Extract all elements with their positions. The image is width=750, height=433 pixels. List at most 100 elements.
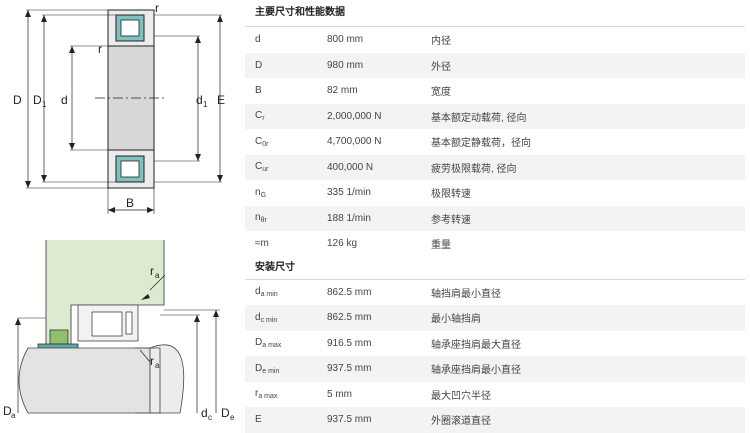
row-value: 82 mm	[327, 85, 358, 97]
row-value: 126 kg	[327, 238, 358, 250]
row-description: 重量	[431, 240, 451, 252]
label-D: D	[13, 93, 22, 107]
symbol-subscript: G	[260, 191, 267, 199]
row-symbol: da min	[245, 286, 327, 298]
row-value: 400,000 N	[327, 161, 374, 173]
label-De: D	[221, 406, 230, 420]
table-row: B 82 mm 宽度	[245, 78, 745, 104]
row-description: 最小轴挡肩	[431, 314, 481, 326]
label-r-inner: r	[98, 42, 102, 56]
table-row: Da max 916.5 mm 轴承座挡肩最大直径	[245, 331, 745, 357]
table-row: ≈m 126 kg 重量	[245, 231, 745, 257]
row-value: 2,000,000 N	[327, 110, 382, 122]
row-value: 4,700,000 N	[327, 136, 382, 148]
row-description: 极限转速	[431, 189, 471, 201]
row-value: 800 mm	[327, 34, 364, 46]
row-description: 内径	[431, 36, 451, 48]
table-row: De min 937.5 mm 轴承座挡肩最小直径	[245, 356, 745, 382]
label-d1-sub: 1	[203, 100, 208, 109]
symbol-subscript: r	[262, 115, 265, 123]
table-row: nG 335 1/min 极限转速	[245, 180, 745, 206]
row-symbol: De min	[245, 363, 327, 375]
row-description: 基本额定静载荷，径向	[431, 138, 531, 150]
symbol-text: E	[255, 414, 262, 426]
symbol-text: d	[255, 34, 261, 46]
symbol-subscript: e min	[262, 367, 280, 375]
symbol-text: B	[255, 85, 262, 97]
symbol-subscript: a max	[262, 342, 282, 350]
table-row: Cr 2,000,000 N 基本额定动载荷, 径向	[245, 103, 745, 129]
symbol-subscript: c min	[260, 316, 278, 324]
table-row: C0r 4,700,000 N 基本额定静载荷，径向	[245, 129, 745, 155]
bearing-dimension-diagram: D D 1 d d 1 E B r r	[13, 1, 225, 214]
row-description: 宽度	[431, 87, 451, 99]
label-d: d	[61, 93, 68, 107]
row-symbol: d	[245, 34, 327, 45]
symbol-subscript: ur	[262, 166, 269, 174]
label-B: B	[126, 196, 134, 210]
main-dimensions-table: d 800 mm 内径 D 980 mm 外径 B 82 mm 宽度 Cr 2,000,000 N 基…	[245, 26, 745, 257]
symbol-subscript: θr	[260, 217, 267, 225]
row-description: 疲劳极限载荷, 径向	[431, 163, 517, 175]
row-value: 980 mm	[327, 59, 364, 71]
row-description: 最大凹穴半径	[431, 390, 491, 402]
row-description: 轴承座挡肩最大直径	[431, 339, 521, 351]
row-symbol: Cr	[245, 110, 327, 122]
label-D1: D	[33, 93, 42, 107]
label-r-top: r	[155, 1, 159, 15]
table-row: nθr 188 1/min 参考转速	[245, 205, 745, 231]
label-Da-sub: a	[11, 411, 16, 420]
label-ra-top: r	[150, 264, 154, 278]
mounting-dimensions-table: da min 862.5 mm 轴挡肩最小直径 dc min 862.5 mm 最小轴挡肩…	[245, 278, 745, 433]
specification-tables: 主要尺寸和性能数据 d 800 mm 内径 D 980 mm 外径 B 82 mm 宽度 Cr 2,…	[245, 0, 745, 433]
row-value: 862.5 mm	[327, 312, 372, 324]
table-row: Cur 400,000 N 疲劳极限载荷, 径向	[245, 154, 745, 180]
row-description: 参考转速	[431, 214, 471, 226]
row-description: 轴挡肩最小直径	[431, 288, 501, 300]
row-symbol: Da max	[245, 337, 327, 349]
row-description: 轴承座挡肩最小直径	[431, 365, 521, 377]
label-d1: d	[196, 93, 203, 107]
mounting-dimensions-title: 安装尺寸	[255, 261, 295, 273]
row-value: 862.5 mm	[327, 286, 372, 298]
label-D1-sub: 1	[42, 100, 47, 109]
row-value: 937.5 mm	[327, 363, 372, 375]
row-symbol: E	[245, 414, 327, 425]
label-ra-bottom-sub: a	[155, 361, 160, 370]
table-row: d 800 mm 内径	[245, 26, 745, 53]
label-ra-top-sub: a	[155, 271, 160, 280]
row-symbol: nG	[245, 187, 327, 199]
row-symbol: Cur	[245, 161, 327, 173]
symbol-text: ≈m	[255, 238, 269, 250]
row-symbol: C0r	[245, 136, 327, 148]
label-De-sub: e	[230, 413, 235, 422]
label-ra-bottom: r	[150, 354, 154, 368]
table-row: da min 862.5 mm 轴挡肩最小直径	[245, 278, 745, 306]
row-description: 基本额定动载荷, 径向	[431, 112, 527, 124]
label-E: E	[217, 93, 225, 107]
mounting-dimension-diagram: r a r a D a d c D e	[3, 240, 235, 422]
label-dc: d	[201, 406, 208, 420]
row-value: 937.5 mm	[327, 414, 372, 426]
row-value: 916.5 mm	[327, 337, 372, 349]
row-value: 335 1/min	[327, 187, 371, 199]
symbol-text: D	[255, 59, 263, 71]
row-value: 188 1/min	[327, 212, 371, 224]
table-row: dc min 862.5 mm 最小轴挡肩	[245, 305, 745, 331]
row-value: 5 mm	[327, 388, 352, 400]
row-symbol: dc min	[245, 312, 327, 324]
main-dimensions-title: 主要尺寸和性能数据	[255, 7, 345, 18]
table-row: E 937.5 mm 外圈滚道直径	[245, 407, 745, 433]
table-row: D 980 mm 外径	[245, 52, 745, 78]
symbol-subscript: a min	[260, 291, 278, 299]
row-symbol: B	[245, 85, 327, 96]
row-symbol: ra max	[245, 388, 327, 400]
symbol-subscript: a max	[258, 393, 278, 401]
symbol-subscript: 0r	[262, 140, 269, 148]
row-symbol: ≈m	[245, 238, 327, 249]
table-row: ra max 5 mm 最大凹穴半径	[245, 382, 745, 408]
row-symbol: nθr	[245, 212, 327, 224]
row-description: 外圈滚道直径	[431, 416, 491, 428]
row-symbol: D	[245, 60, 327, 71]
label-dc-sub: c	[208, 413, 212, 422]
